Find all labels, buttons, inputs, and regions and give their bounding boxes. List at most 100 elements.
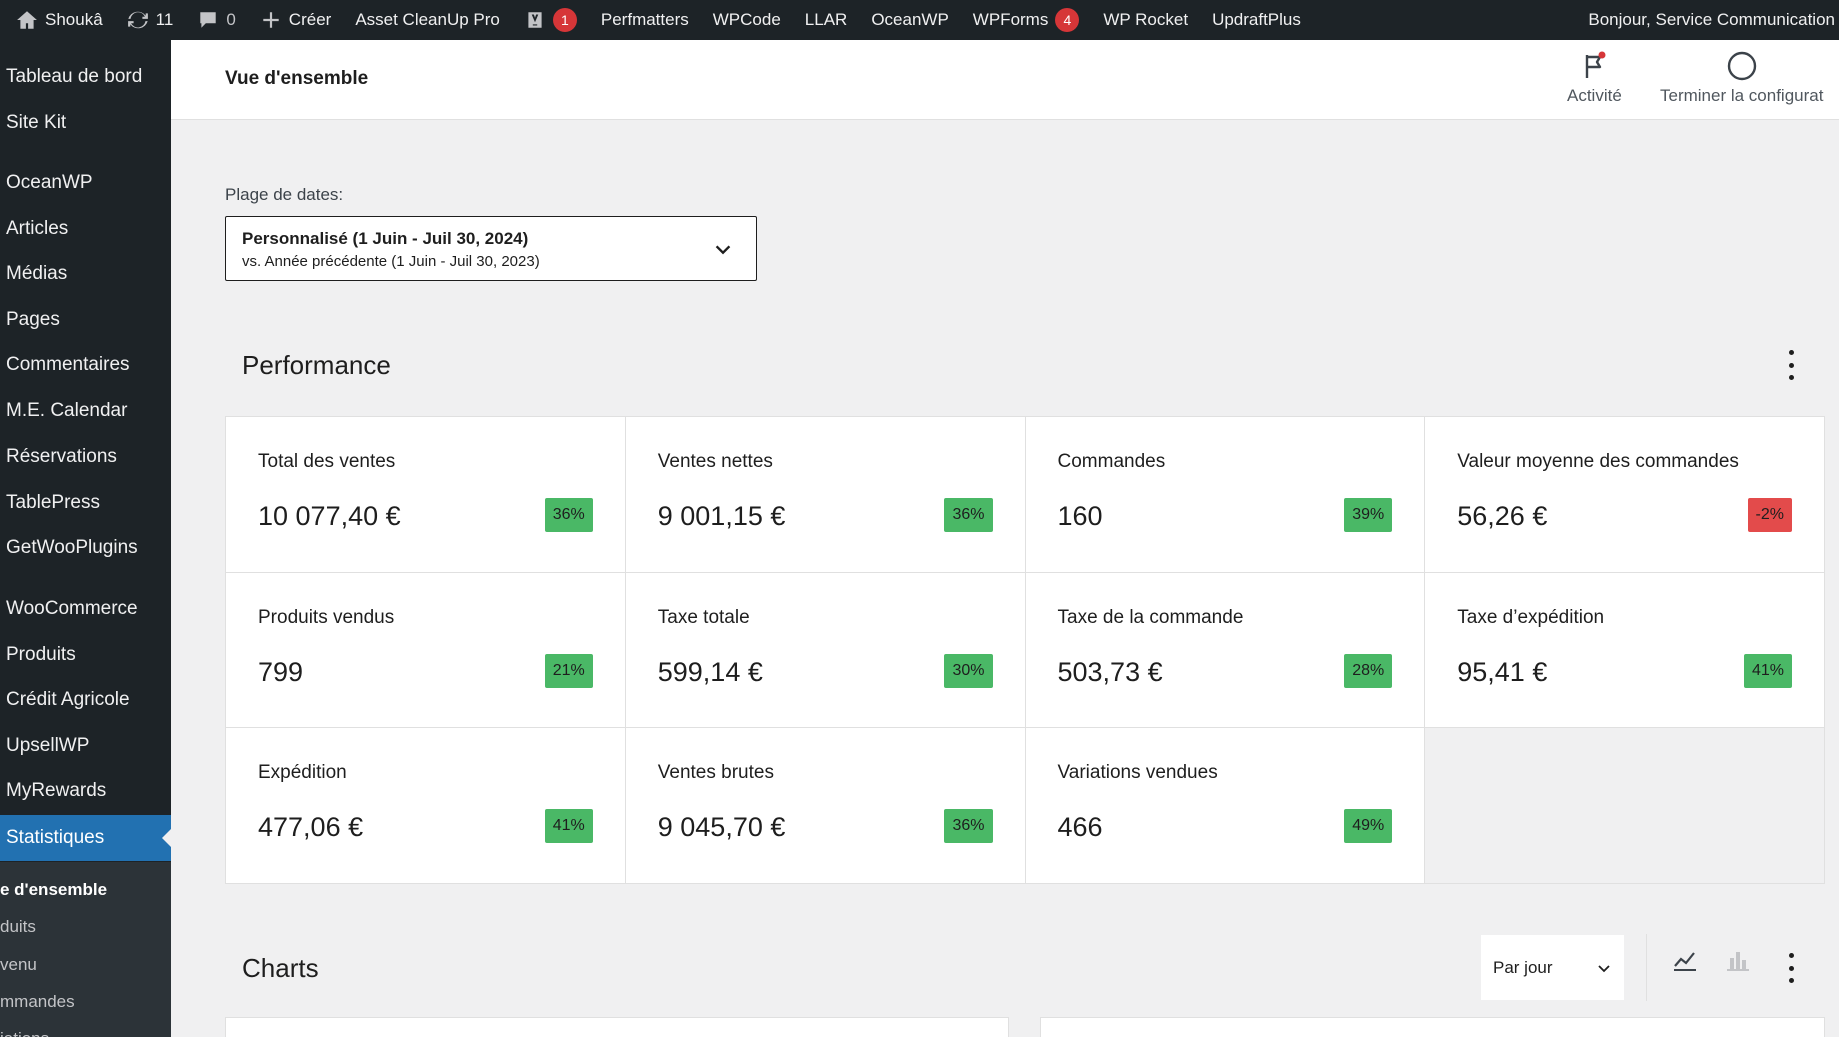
dot-icon — [1788, 362, 1794, 368]
sidebar-item-woocommerce[interactable]: WooCommerce — [0, 586, 171, 632]
llar-label: LLAR — [804, 10, 848, 29]
stat-products-sold[interactable]: Produits vendus 799 21% — [226, 572, 625, 728]
llar-link[interactable]: LLAR — [793, 0, 860, 40]
sidebar-item-reservations[interactable]: Réservations — [0, 434, 171, 480]
charts-menu-button[interactable] — [1786, 953, 1796, 983]
finish-setup-label: Terminer la configurat — [1660, 86, 1824, 105]
stat-orders[interactable]: Commandes 160 39% — [1025, 417, 1425, 572]
sidebar-item-label: Crédit Agricole — [6, 689, 130, 710]
dot-icon — [1788, 978, 1794, 983]
stat-value: 9 045,70 € — [657, 812, 786, 843]
comments-link[interactable]: 0 — [185, 0, 247, 40]
stat-average-order-value[interactable]: Valeur moyenne des commandes 56,26 € -2% — [1425, 417, 1824, 572]
dot-icon — [1788, 350, 1794, 355]
statistiques-submenu: e d'ensemble duits venu mmandes iations — [0, 862, 171, 1037]
dot-icon — [1788, 375, 1794, 380]
sidebar-item-myrewards[interactable]: MyRewards — [0, 768, 171, 814]
new-content-link[interactable]: Créer — [248, 0, 344, 40]
sidebar-item-statistiques[interactable]: Statistiques — [0, 815, 171, 861]
stat-total-tax[interactable]: Taxe totale 599,14 € 30% — [625, 572, 1025, 728]
yoast-icon — [524, 9, 546, 31]
stat-label: Taxe totale — [657, 606, 750, 628]
stat-shipping[interactable]: Expédition 477,06 € 41% — [226, 728, 625, 883]
sidebar-item-credit-agricole[interactable]: Crédit Agricole — [0, 677, 171, 723]
wpforms-link[interactable]: WPForms 4 — [961, 0, 1092, 40]
interval-select[interactable]: Par jour — [1480, 934, 1625, 1001]
date-range-picker[interactable]: Personnalisé (1 Juin - Juil 30, 2024) vs… — [225, 216, 757, 281]
stat-value: 160 — [1057, 501, 1103, 531]
stat-gross-sales[interactable]: Ventes brutes 9 045,70 € 36% — [625, 728, 1025, 883]
stat-net-sales[interactable]: Ventes nettes 9 001,15 € 36% — [625, 417, 1025, 572]
bar-chart-button[interactable] — [1718, 940, 1758, 980]
stat-label: Ventes nettes — [657, 451, 773, 472]
plus-icon — [260, 9, 282, 31]
stat-label: Produits vendus — [258, 606, 395, 628]
activity-button[interactable]: Activité — [1567, 50, 1622, 106]
wpcode-link[interactable]: WPCode — [701, 0, 793, 40]
submenu-item-orders[interactable]: mmandes — [0, 992, 75, 1012]
greeting-label: Bonjour, Service Communication — [1588, 10, 1835, 29]
stat-delta-badge: 36% — [944, 498, 993, 532]
submenu-item-variations[interactable]: iations — [0, 1029, 49, 1037]
sidebar-item-dashboard[interactable]: Tableau de bord — [0, 54, 171, 100]
dot-icon — [1788, 965, 1794, 971]
line-chart-button[interactable] — [1665, 940, 1705, 980]
progress-circle-icon — [1727, 51, 1756, 81]
stat-delta-badge: 28% — [1344, 653, 1393, 688]
sidebar-item-articles[interactable]: Articles — [0, 206, 171, 252]
stat-value: 503,73 € — [1057, 656, 1163, 687]
comments-count: 0 — [226, 10, 236, 29]
charts-title: Charts — [242, 953, 319, 983]
yoast-link[interactable]: 1 — [512, 0, 589, 40]
admin-bar: Shoukâ 11 0 Créer Asset CleanUp Pro 1 Pe… — [0, 0, 1839, 40]
stat-value: 10 077,40 € — [258, 501, 401, 531]
sidebar-item-me-calendar[interactable]: M.E. Calendar — [0, 388, 171, 434]
wp-rocket-link[interactable]: WP Rocket — [1091, 0, 1200, 40]
stat-label: Taxe d’expédition — [1457, 606, 1605, 628]
updraftplus-link[interactable]: UpdraftPlus — [1200, 0, 1313, 40]
stat-variations-sold[interactable]: Variations vendues 466 49% — [1025, 728, 1425, 883]
sidebar-item-medias[interactable]: Médias — [0, 251, 171, 297]
sidebar-item-products[interactable]: Produits — [0, 632, 171, 678]
wpforms-label: WPForms — [972, 10, 1049, 29]
activity-label: Activité — [1567, 86, 1622, 105]
asset-cleanup-link[interactable]: Asset CleanUp Pro — [343, 0, 512, 40]
chevron-down-icon — [715, 245, 731, 255]
sidebar-item-label: Statistiques — [6, 827, 105, 848]
sidebar-item-getwooplugins[interactable]: GetWooPlugins — [0, 525, 171, 571]
perfmatters-link[interactable]: Perfmatters — [589, 0, 701, 40]
sidebar-item-label: GetWooPlugins — [6, 537, 138, 558]
sidebar-item-pages[interactable]: Pages — [0, 297, 171, 343]
sidebar-item-site-kit[interactable]: Site Kit — [0, 100, 171, 146]
sidebar-item-comments[interactable]: Commentaires — [0, 342, 171, 388]
stat-order-tax[interactable]: Taxe de la commande 503,73 € 28% — [1025, 572, 1425, 728]
yoast-badge: 1 — [552, 8, 577, 32]
submenu-item-products[interactable]: duits — [0, 917, 36, 937]
account-link[interactable]: Bonjour, Service Communication — [1576, 0, 1839, 40]
submenu-item-revenue[interactable]: venu — [0, 955, 37, 975]
stat-total-sales[interactable]: Total des ventes 10 077,40 € 36% — [226, 417, 625, 572]
oceanwp-link[interactable]: OceanWP — [859, 0, 960, 40]
site-name-link[interactable]: Shoukâ — [0, 0, 115, 40]
refresh-icon — [127, 9, 149, 31]
stat-shipping-tax[interactable]: Taxe d’expédition 95,41 € 41% — [1425, 572, 1824, 728]
sidebar-item-upsellwp[interactable]: UpsellWP — [0, 723, 171, 769]
sidebar-item-label: Pages — [6, 309, 60, 330]
stat-value: 799 — [258, 656, 304, 687]
date-range-primary: Personnalisé (1 Juin - Juil 30, 2024) — [242, 229, 529, 248]
line-chart-icon — [1674, 952, 1696, 971]
finish-setup-button[interactable]: Terminer la configurat — [1660, 50, 1823, 106]
sidebar-item-tablepress[interactable]: TablePress — [0, 480, 171, 526]
flag-icon — [1586, 51, 1606, 78]
sidebar-item-label: Médias — [6, 263, 68, 284]
submenu-item-overview[interactable]: e d'ensemble — [0, 880, 107, 900]
sidebar-item-label: OceanWP — [6, 172, 93, 193]
stat-delta-badge: 39% — [1344, 498, 1393, 532]
stat-value: 56,26 € — [1457, 501, 1548, 531]
updates-link[interactable]: 11 — [115, 0, 186, 40]
stat-delta-badge: -2% — [1747, 498, 1792, 532]
sidebar-item-oceanwp[interactable]: OceanWP — [0, 160, 171, 206]
performance-menu-button[interactable] — [1786, 350, 1796, 380]
sidebar-item-label: Articles — [6, 218, 69, 239]
asset-cleanup-label: Asset CleanUp Pro — [355, 10, 500, 29]
